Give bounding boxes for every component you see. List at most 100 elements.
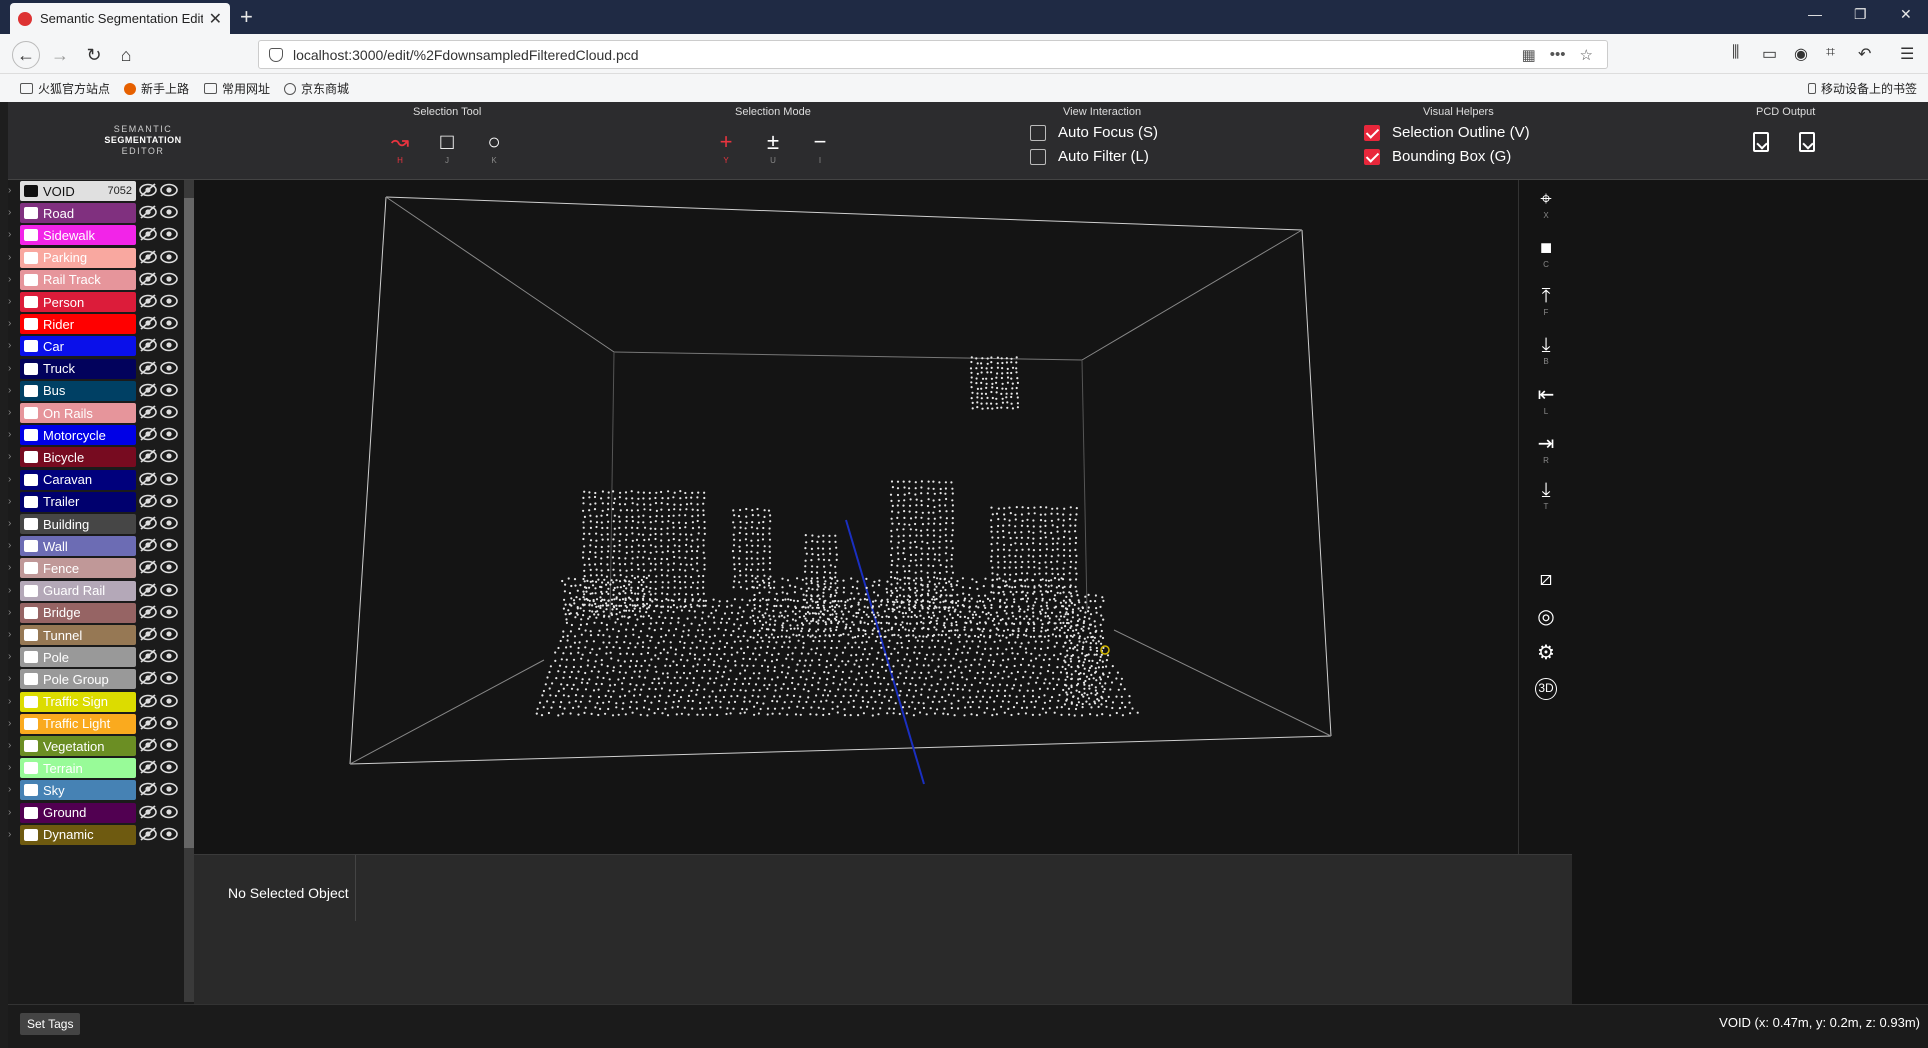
hide-others-icon[interactable] [139, 827, 157, 841]
expand-chevron-icon[interactable]: › [8, 207, 16, 218]
expand-chevron-icon[interactable]: › [8, 518, 16, 529]
hide-others-icon[interactable] [139, 494, 157, 508]
hide-others-icon[interactable] [139, 760, 157, 774]
category-row[interactable]: › Sidewalk [8, 224, 188, 246]
category-row[interactable]: › Motorcycle [8, 424, 188, 446]
screenshot-icon[interactable]: ⌗ [1826, 44, 1835, 62]
checkbox-box[interactable] [1030, 148, 1046, 165]
expand-chevron-icon[interactable]: › [8, 807, 16, 818]
download-pcd-icon[interactable] [1753, 132, 1769, 152]
category-row[interactable]: › Truck [8, 358, 188, 380]
category-label-button[interactable]: Fence [20, 558, 136, 579]
expand-chevron-icon[interactable]: › [8, 274, 16, 285]
visibility-eye-icon[interactable] [160, 250, 178, 264]
category-row[interactable]: › Vegetation [8, 735, 188, 757]
account-icon[interactable]: ◉ [1794, 44, 1808, 64]
hide-others-icon[interactable] [139, 449, 157, 464]
visibility-eye-icon[interactable] [160, 649, 178, 663]
reload-icon[interactable]: ↻ [80, 41, 108, 69]
category-row[interactable]: › Fence [8, 557, 188, 579]
auto-filter-checkbox[interactable]: Auto Filter (L) [1030, 148, 1149, 165]
home-icon[interactable]: ⌂ [112, 41, 140, 69]
view-back-button[interactable]: ⤓ B [1519, 334, 1573, 366]
visibility-eye-icon[interactable] [160, 272, 178, 286]
checkbox-box[interactable] [1364, 148, 1380, 165]
expand-chevron-icon[interactable]: › [8, 296, 16, 307]
point-cloud-viewport[interactable] [194, 180, 1528, 854]
settings-gear-icon[interactable]: ⚙ [1519, 640, 1573, 665]
visibility-eye-icon[interactable] [160, 405, 178, 419]
browser-tab[interactable]: Semantic Segmentation Edit ✕ [10, 3, 230, 34]
hide-others-icon[interactable] [139, 294, 157, 308]
export-pcd-icon[interactable] [1799, 132, 1815, 152]
bookmark-item[interactable]: 常用网址 [204, 80, 270, 97]
category-label-button[interactable]: VOID 7052 [20, 181, 136, 201]
category-row[interactable]: › Guard Rail [8, 580, 188, 602]
mobile-bookmarks[interactable]: 移动设备上的书签 [1808, 80, 1917, 97]
crosshair-button[interactable]: ⌖ X [1519, 188, 1573, 220]
category-row[interactable]: › Trailer [8, 491, 188, 513]
expand-chevron-icon[interactable]: › [8, 429, 16, 440]
visibility-eye-icon[interactable] [160, 827, 178, 841]
category-row[interactable]: › Rail Track [8, 269, 188, 291]
expand-chevron-icon[interactable]: › [8, 585, 16, 596]
view-top-button[interactable]: ⤓ T [1519, 479, 1573, 511]
category-label-button[interactable]: Dynamic [20, 824, 136, 845]
category-row[interactable]: › Caravan [8, 469, 188, 491]
category-row[interactable]: › Traffic Light [8, 713, 188, 735]
visibility-eye-icon[interactable] [160, 560, 178, 574]
hide-others-icon[interactable] [139, 716, 157, 730]
category-row[interactable]: › Tunnel [8, 624, 188, 646]
category-row[interactable]: › Pole [8, 646, 188, 668]
bookmark-star-icon[interactable]: ☆ [1580, 46, 1593, 64]
hide-others-icon[interactable] [139, 338, 157, 353]
category-label-button[interactable]: Motorcycle [20, 425, 136, 446]
category-row[interactable]: › Parking [8, 247, 188, 269]
category-label-button[interactable]: Rider [20, 314, 136, 335]
focus-target-icon[interactable]: ◎ [1519, 604, 1573, 629]
tab-close-icon[interactable]: ✕ [209, 9, 222, 29]
visibility-eye-icon[interactable] [160, 738, 178, 752]
forward-arrow-icon[interactable]: → [46, 41, 74, 69]
category-row[interactable]: › Pole Group [8, 668, 188, 690]
category-label-button[interactable]: On Rails [20, 403, 136, 423]
mode-add-button[interactable]: + Y [711, 128, 741, 165]
url-text[interactable]: localhost:3000/edit/%2FdownsampledFilter… [293, 47, 1522, 63]
visibility-eye-icon[interactable] [160, 627, 178, 641]
expand-chevron-icon[interactable]: › [8, 185, 16, 196]
category-row[interactable]: › Ground [8, 802, 188, 824]
hide-others-icon[interactable] [139, 405, 157, 419]
category-label-button[interactable]: Road [20, 203, 136, 224]
set-tags-button[interactable]: Set Tags [20, 1013, 81, 1035]
hide-others-icon[interactable] [139, 427, 157, 441]
expand-chevron-icon[interactable]: › [8, 474, 16, 485]
category-label-button[interactable]: Traffic Light [20, 713, 136, 734]
category-row[interactable]: › Car [8, 335, 188, 357]
category-label-button[interactable]: Caravan [20, 469, 136, 490]
visibility-eye-icon[interactable] [160, 205, 178, 219]
hide-others-icon[interactable] [139, 383, 157, 397]
category-row[interactable]: › Bus [8, 380, 188, 402]
rectangle-tool-button[interactable]: □ J [432, 128, 462, 165]
lasso-tool-button[interactable]: ↝ H [385, 128, 415, 165]
expand-chevron-icon[interactable]: › [8, 562, 16, 573]
category-label-button[interactable]: Trailer [20, 491, 136, 512]
category-row[interactable]: › Road [8, 202, 188, 224]
category-label-button[interactable]: Pole [20, 647, 136, 668]
view-right-button[interactable]: ⇥ R [1519, 431, 1573, 465]
menu-icon[interactable]: ☰ [1900, 44, 1914, 64]
hide-others-icon[interactable] [139, 605, 157, 619]
hide-others-icon[interactable] [139, 516, 157, 530]
category-label-button[interactable]: Bridge [20, 602, 136, 623]
auto-focus-checkbox[interactable]: Auto Focus (S) [1030, 124, 1158, 141]
visibility-eye-icon[interactable] [160, 449, 178, 463]
hide-others-icon[interactable] [139, 205, 157, 219]
category-label-button[interactable]: Pole Group [20, 669, 136, 690]
hide-others-icon[interactable] [139, 316, 157, 330]
category-row[interactable]: › VOID 7052 [8, 180, 188, 202]
sidebar-icon[interactable]: ▭ [1762, 44, 1777, 64]
hide-others-icon[interactable] [139, 738, 157, 752]
circle-tool-button[interactable]: ○ K [479, 128, 509, 165]
expand-chevron-icon[interactable]: › [8, 629, 16, 640]
hide-others-icon[interactable] [139, 627, 157, 641]
